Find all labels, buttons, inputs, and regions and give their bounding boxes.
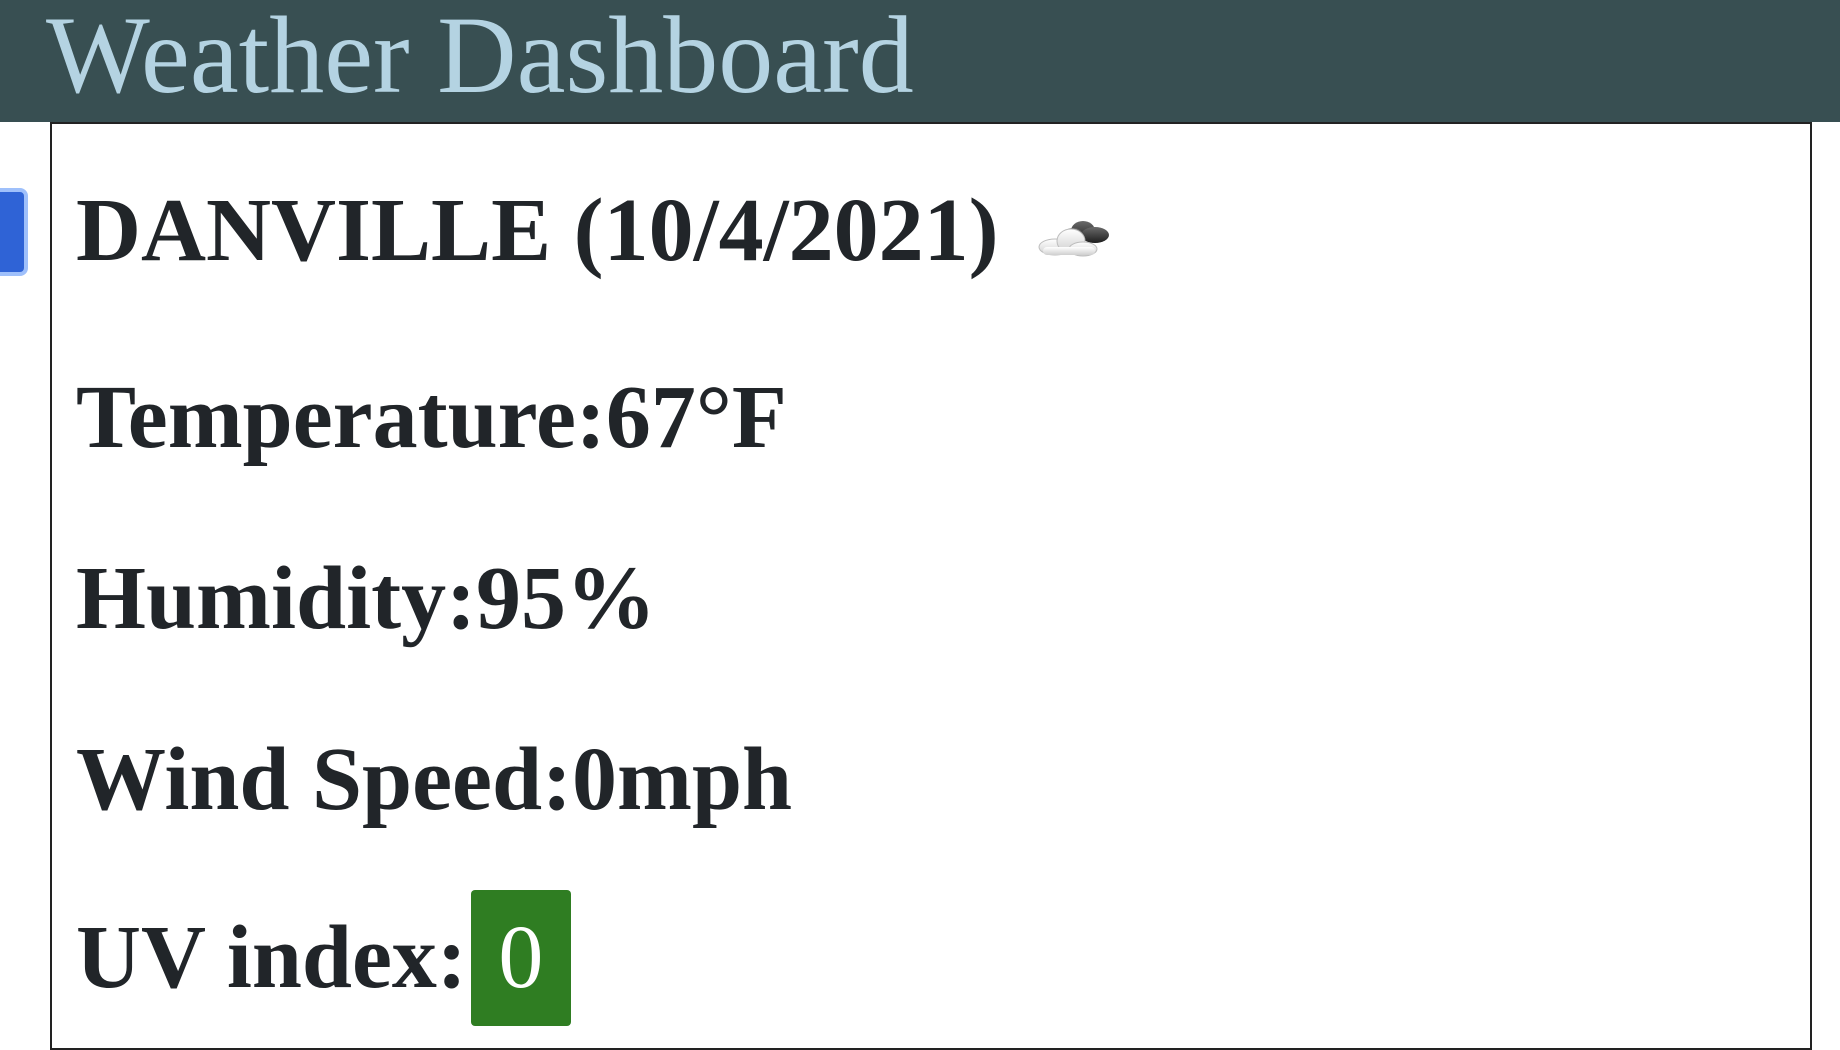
city-date-heading: DANVILLE (10/4/2021) bbox=[76, 176, 1117, 286]
temperature-row: Temperature: 67°F bbox=[76, 363, 787, 473]
wind-speed-row: Wind Speed: 0mph bbox=[76, 725, 792, 835]
humidity-row: Humidity: 95% bbox=[76, 544, 656, 654]
uv-index-badge: 0 bbox=[470, 890, 571, 1026]
humidity-value: 95% bbox=[476, 549, 657, 648]
uv-index-label: UV index: bbox=[76, 908, 467, 1007]
temperature-label: Temperature: bbox=[76, 368, 606, 467]
city-date-text: DANVILLE (10/4/2021) bbox=[76, 181, 999, 280]
sidebar-toggle-button[interactable] bbox=[0, 188, 28, 276]
humidity-label: Humidity: bbox=[76, 549, 477, 648]
app-title: Weather Dashboard bbox=[46, 0, 914, 116]
temperature-value: 67°F bbox=[605, 368, 787, 467]
uv-index-row: UV index: 0 bbox=[76, 890, 571, 1026]
wind-speed-label: Wind Speed: bbox=[76, 730, 573, 829]
cloud-icon bbox=[1033, 181, 1117, 257]
app-header: Weather Dashboard bbox=[0, 0, 1840, 122]
wind-speed-value: 0mph bbox=[572, 730, 793, 829]
